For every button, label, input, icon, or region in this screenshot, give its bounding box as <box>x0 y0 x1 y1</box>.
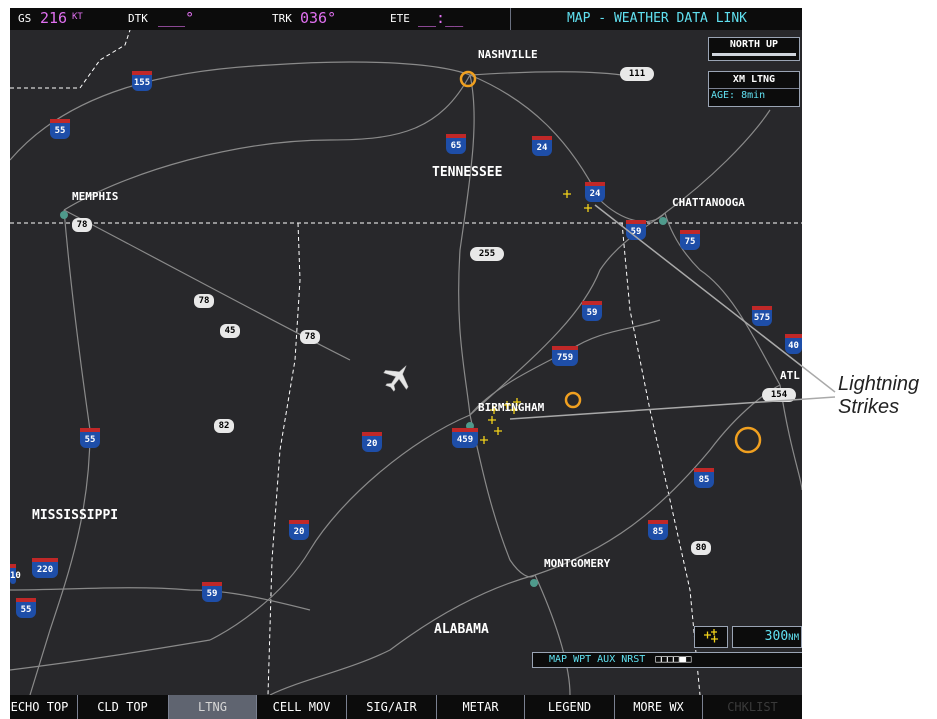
lightning-callout: Lightning Strikes <box>838 373 919 419</box>
callout-line2: Strikes <box>838 396 900 418</box>
callout-leaders <box>509 204 836 420</box>
callout-line1: Lightning <box>838 373 920 395</box>
